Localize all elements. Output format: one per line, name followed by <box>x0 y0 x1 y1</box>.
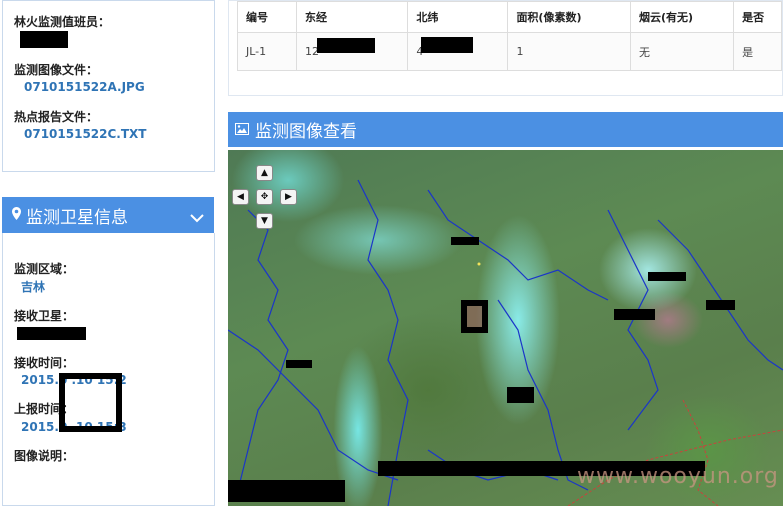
pan-center-button[interactable]: ✥ <box>256 189 273 205</box>
col-header-area: 面积(像素数) <box>507 1 631 33</box>
map-boundaries <box>228 179 783 506</box>
cell-latitude: 4 <box>407 32 509 71</box>
redaction-frame <box>59 373 122 432</box>
redacted-map-label <box>451 237 479 245</box>
receive-time-label: 接收时间： <box>14 356 75 370</box>
satellite-panel-header[interactable]: 监测卫星信息 <box>2 197 214 233</box>
pan-right-button[interactable]: ▶ <box>280 189 297 205</box>
watermark: www.wooyun.org <box>577 464 779 489</box>
region-label: 监测区域： <box>14 262 75 276</box>
location-pin-icon <box>12 205 22 225</box>
redacted-map-label <box>648 272 686 281</box>
cell-area: 1 <box>507 32 631 71</box>
col-header-confirmed: 是否 <box>733 1 782 33</box>
redacted-map-label <box>286 360 312 368</box>
satellite-label: 接收卫星： <box>14 309 75 323</box>
image-description-label: 图像说明： <box>14 449 75 463</box>
hotspot-table-panel: 编号 东经 北纬 面积(像素数) 烟云(有无) 是否 JL-1 12 4 1 无… <box>228 0 783 96</box>
redacted-map-caption <box>228 480 345 502</box>
image-viewer-title: 监测图像查看 <box>255 122 357 142</box>
satellite-info-panel: 监测区域： 吉林 接收卫星： 接收时间： 2015.0 .10 15:2 上报时… <box>2 233 215 506</box>
region-value: 吉林 <box>21 280 46 294</box>
duty-staff-label: 林火监测值班员： <box>14 15 111 29</box>
image-file-link[interactable]: 0710151522A.JPG <box>24 80 145 94</box>
redacted-map-label <box>507 387 534 403</box>
picture-icon <box>235 120 249 140</box>
pan-up-button[interactable]: ▲ <box>256 165 273 181</box>
redacted-longitude <box>317 38 376 53</box>
pan-left-button[interactable]: ◀ <box>232 189 249 205</box>
image-viewer-header: 监测图像查看 <box>228 112 783 147</box>
satellite-image-map[interactable]: ▲ ◀ ✥ ▶ ▼ <box>228 150 783 506</box>
redacted-duty-staff <box>20 31 68 48</box>
redacted-satellite <box>17 327 86 340</box>
col-header-longitude: 东经 <box>296 1 409 33</box>
cell-longitude: 12 <box>296 32 409 71</box>
hotspot-marker[interactable] <box>461 300 488 333</box>
redacted-latitude <box>421 37 474 53</box>
hotspot-table: 编号 东经 北纬 面积(像素数) 烟云(有无) 是否 JL-1 12 4 1 无… <box>236 1 782 71</box>
cell-smoke: 无 <box>629 32 735 71</box>
satellite-panel-title: 监测卫星信息 <box>26 207 128 228</box>
col-header-latitude: 北纬 <box>407 1 509 33</box>
pan-down-button[interactable]: ▼ <box>256 213 273 229</box>
image-file-label: 监测图像文件： <box>14 63 99 77</box>
table-header-row: 编号 东经 北纬 面积(像素数) 烟云(有无) 是否 <box>236 1 782 33</box>
duty-info-panel: 林火监测值班员： 监测图像文件： 0710151522A.JPG 热点报告文件：… <box>2 0 215 172</box>
redacted-map-label <box>614 309 655 320</box>
table-row[interactable]: JL-1 12 4 1 无 是 <box>236 32 782 71</box>
cell-id: JL-1 <box>236 32 298 71</box>
cell-confirmed: 是 <box>733 32 782 71</box>
report-file-link[interactable]: 0710151522C.TXT <box>24 127 146 141</box>
report-file-label: 热点报告文件： <box>14 110 99 124</box>
col-header-id: 编号 <box>236 1 298 33</box>
redacted-map-label <box>706 300 735 310</box>
chevron-down-icon[interactable] <box>190 208 204 228</box>
col-header-smoke: 烟云(有无) <box>629 1 735 33</box>
